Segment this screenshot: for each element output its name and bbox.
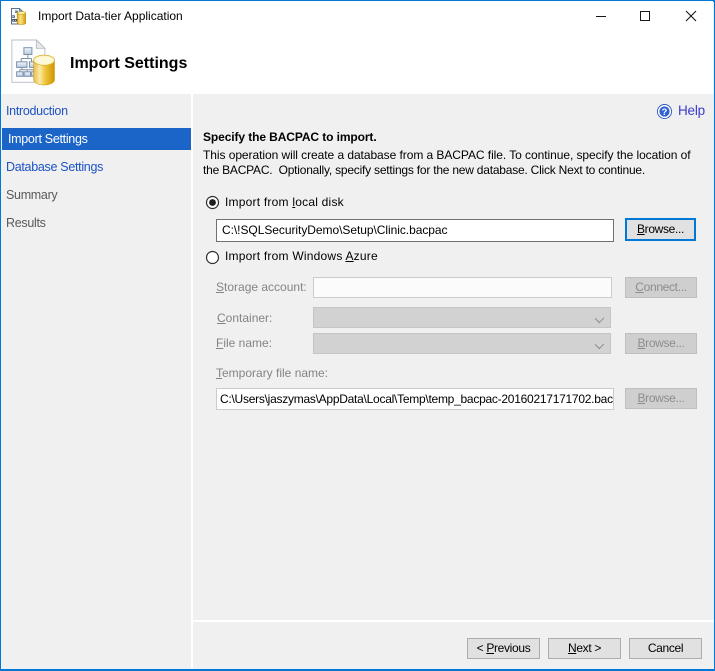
svg-text:?: ? — [662, 107, 668, 117]
